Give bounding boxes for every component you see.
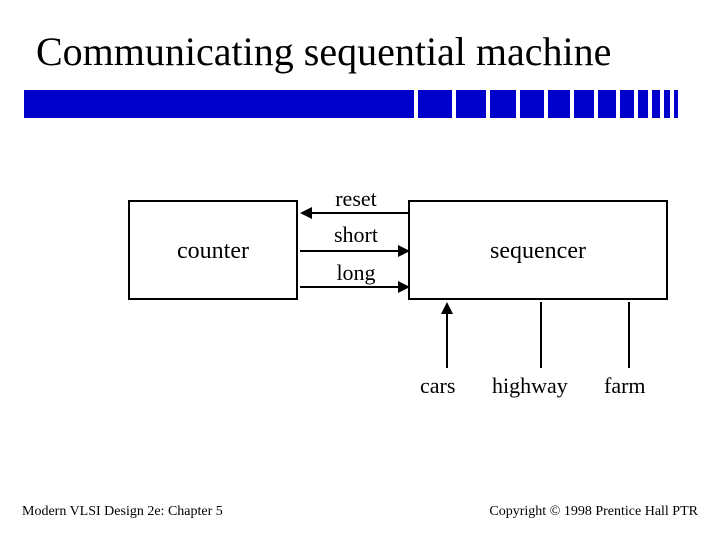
long-signal-label: long <box>322 260 390 286</box>
footer-right: Copyright © 1998 Prentice Hall PTR <box>489 504 698 520</box>
sequencer-box: sequencer <box>408 200 668 300</box>
footer-left: Modern VLSI Design 2e: Chapter 5 <box>22 504 223 520</box>
bar-segment <box>24 90 414 118</box>
bar-segment <box>548 90 570 118</box>
bar-segment <box>620 90 634 118</box>
bar-segment <box>418 90 452 118</box>
farm-line <box>628 302 630 368</box>
bar-segment <box>598 90 616 118</box>
reset-arrow-head <box>300 207 312 219</box>
long-arrow-head <box>398 281 410 293</box>
short-arrow-head <box>398 245 410 257</box>
bar-segment <box>664 90 670 118</box>
counter-box: counter <box>128 200 298 300</box>
bar-segment <box>574 90 594 118</box>
short-arrow-line <box>300 250 398 252</box>
bar-segment <box>490 90 516 118</box>
reset-arrow-line <box>310 212 408 214</box>
sequencer-label: sequencer <box>410 238 666 265</box>
counter-label: counter <box>130 238 296 265</box>
highway-label: highway <box>492 373 568 399</box>
cars-arrow-line <box>446 312 448 368</box>
decorative-bars <box>24 90 682 118</box>
page-title: Communicating sequential machine <box>36 28 611 75</box>
bar-segment <box>674 90 678 118</box>
bar-segment <box>638 90 648 118</box>
cars-arrow-head <box>441 302 453 314</box>
short-signal-label: short <box>322 222 390 248</box>
bar-segment <box>456 90 486 118</box>
bar-segment <box>652 90 660 118</box>
reset-signal-label: reset <box>322 186 390 212</box>
long-arrow-line <box>300 286 398 288</box>
cars-label: cars <box>420 373 455 399</box>
farm-label: farm <box>604 373 646 399</box>
bar-segment <box>520 90 544 118</box>
highway-line <box>540 302 542 368</box>
